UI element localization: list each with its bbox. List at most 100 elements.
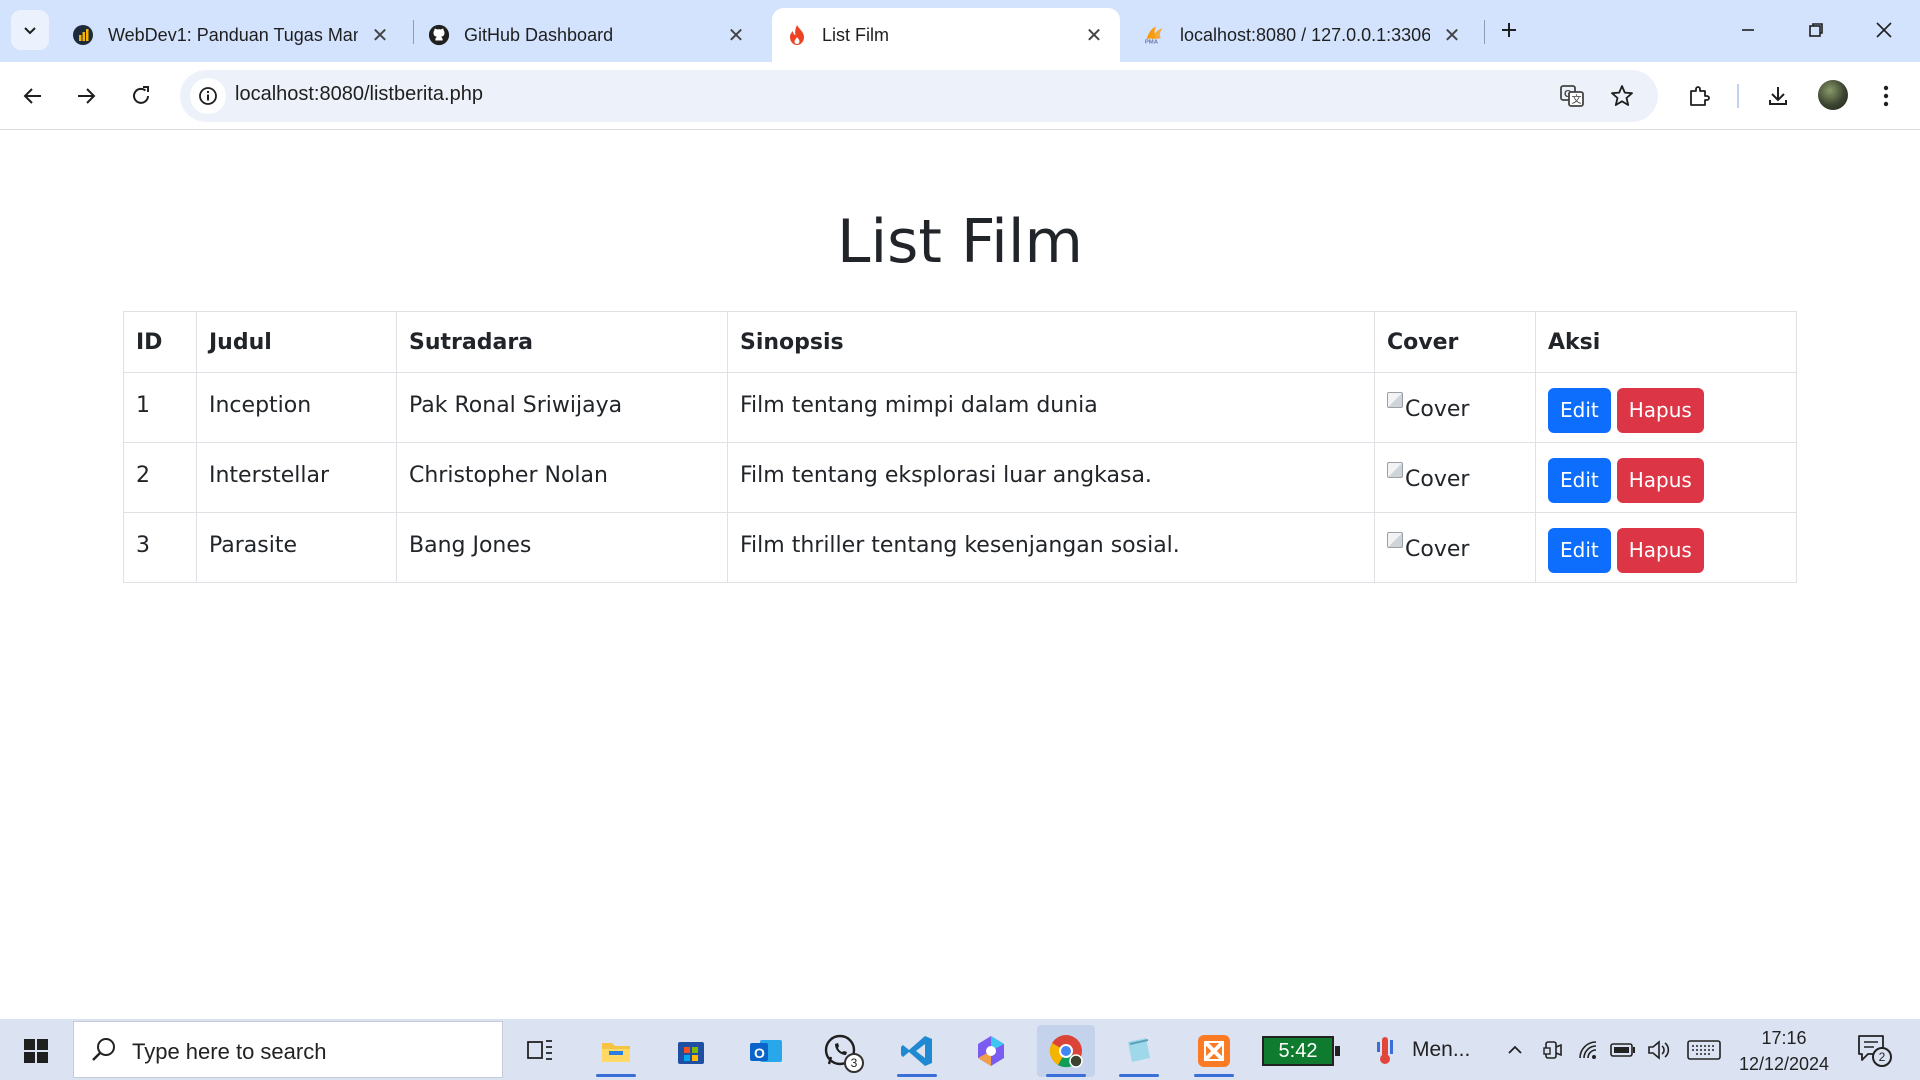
browser-menu-button[interactable] [1866,76,1906,116]
cell-judul: Interstellar [196,442,397,513]
file-explorer-taskbar-icon[interactable] [587,1025,645,1077]
edit-button[interactable]: Edit [1548,528,1611,573]
delete-button[interactable]: Hapus [1616,528,1704,573]
delete-button[interactable]: Hapus [1616,388,1704,433]
cover-alt-text: Cover [1405,537,1470,562]
tab-title: localhost:8080 / 127.0.0.1:3306 [1180,24,1430,45]
cell-sutradara: Bang Jones [396,512,728,583]
chevron-up-icon [1508,1045,1522,1054]
close-icon[interactable]: ✕ [1440,23,1464,47]
notification-center-button[interactable]: 2 [1856,1033,1892,1067]
tab-github[interactable]: GitHub Dashboard ✕ [414,8,762,62]
cell-sinopsis: Film tentang mimpi dalam dunia [727,372,1375,443]
browser-toolbar: localhost:8080/listberita.php G文 [0,62,1920,130]
touch-keyboard-icon[interactable] [1686,1035,1722,1065]
close-icon[interactable]: ✕ [368,23,392,47]
outlook-taskbar-icon[interactable]: O [737,1025,795,1077]
back-button[interactable] [13,76,53,116]
vscode-taskbar-icon[interactable] [888,1025,946,1077]
notepad-taskbar-icon[interactable] [1110,1025,1168,1077]
cell-id: 2 [123,442,197,513]
column-header-id: ID [123,311,197,373]
table-row: 2 Interstellar Christopher Nolan Film te… [123,442,1797,513]
url-text: localhost:8080/listberita.php [235,83,483,105]
restore-icon [1809,23,1823,37]
thermometer-icon [1377,1037,1393,1064]
tab-search-button[interactable] [11,10,49,50]
cell-cover: Cover [1374,372,1536,443]
close-icon [1876,22,1892,38]
arrow-right-icon [78,88,96,104]
tab-webdev[interactable]: WebDev1: Panduan Tugas Man ✕ [58,8,406,62]
bookmark-star-icon[interactable] [1604,78,1640,114]
copilot-taskbar-icon[interactable] [962,1025,1020,1077]
wifi-icon[interactable] [1574,1035,1604,1065]
cell-cover: Cover [1374,442,1536,513]
arrow-left-icon [23,88,41,104]
task-view-button[interactable] [511,1025,569,1077]
close-icon[interactable]: ✕ [1082,23,1106,47]
reload-button[interactable] [121,76,161,116]
new-tab-button[interactable] [1494,14,1524,46]
cover-image: Cover [1387,461,1469,492]
tab-title: List Film [822,24,889,45]
address-bar[interactable]: localhost:8080/listberita.php G文 [180,70,1658,122]
close-window-button[interactable] [1850,0,1918,60]
battery-icon[interactable] [1608,1035,1638,1065]
forward-button[interactable] [66,76,106,116]
minimize-button[interactable] [1714,0,1782,60]
taskbar-search-box[interactable]: Type here to search [73,1021,503,1078]
cell-aksi: Edit Hapus [1535,442,1797,513]
column-header-aksi: Aksi [1535,311,1797,373]
search-icon [92,1038,115,1061]
downloads-button[interactable] [1758,76,1798,116]
table-row: 1 Inception Pak Ronal Sriwijaya Film ten… [123,372,1797,443]
tab-phpmyadmin[interactable]: PMA localhost:8080 / 127.0.0.1:3306 ✕ [1130,8,1478,62]
edit-button[interactable]: Edit [1548,458,1611,503]
more-vertical-icon [1883,85,1889,107]
toolbar-divider [1737,84,1739,108]
system-clock[interactable]: 17:16 12/12/2024 [1736,1025,1832,1077]
svg-text:PMA: PMA [1145,39,1159,45]
cell-judul: Parasite [196,512,397,583]
svg-text:O: O [754,1045,765,1061]
task-view-icon [527,1040,552,1060]
volume-icon[interactable] [1644,1035,1674,1065]
github-icon [428,24,450,46]
site-info-icon[interactable] [190,78,226,114]
tab-strip: WebDev1: Panduan Tugas Man ✕ GitHub Dash… [0,0,1920,62]
tab-title: WebDev1: Panduan Tugas Man [108,24,358,45]
reload-icon [133,86,149,104]
thermometer-app-button[interactable]: Men... [1372,1031,1470,1069]
extensions-button[interactable] [1679,76,1719,116]
profile-avatar[interactable] [1818,80,1848,110]
webdev-favicon-icon [72,24,94,46]
cover-image: Cover [1387,391,1470,422]
column-header-sutradara: Sutradara [396,311,728,373]
microsoft-store-taskbar-icon[interactable] [662,1025,720,1077]
meet-now-icon[interactable] [1538,1035,1568,1065]
plus-icon [1502,23,1516,37]
broken-image-icon [1387,531,1403,548]
menu-app-label: Men... [1412,1038,1471,1061]
phpmyadmin-icon: PMA [1144,24,1166,46]
translate-icon[interactable]: G文 [1554,78,1590,114]
tab-list-film[interactable]: List Film ✕ [772,8,1120,62]
delete-button[interactable]: Hapus [1616,458,1704,503]
edit-button[interactable]: Edit [1548,388,1611,433]
start-button[interactable] [14,1031,58,1071]
table-row: 3 Parasite Bang Jones Film thriller tent… [123,512,1797,583]
taskbar-search-placeholder: Type here to search [132,1039,327,1064]
column-header-cover: Cover [1374,311,1536,373]
chrome-taskbar-icon[interactable] [1037,1025,1095,1077]
show-hidden-icons-button[interactable] [1500,1035,1530,1065]
cover-alt-text: Cover [1405,397,1470,422]
timer-widget[interactable]: 5:42 [1262,1036,1340,1066]
close-icon[interactable]: ✕ [724,23,748,47]
cell-sinopsis: Film thriller tentang kesenjangan sosial… [727,512,1375,583]
xampp-taskbar-icon[interactable] [1185,1025,1243,1077]
column-header-judul: Judul [196,311,397,373]
chevron-down-icon [24,27,36,35]
whatsapp-taskbar-icon[interactable]: 3 [812,1025,870,1077]
restore-button[interactable] [1782,0,1850,60]
